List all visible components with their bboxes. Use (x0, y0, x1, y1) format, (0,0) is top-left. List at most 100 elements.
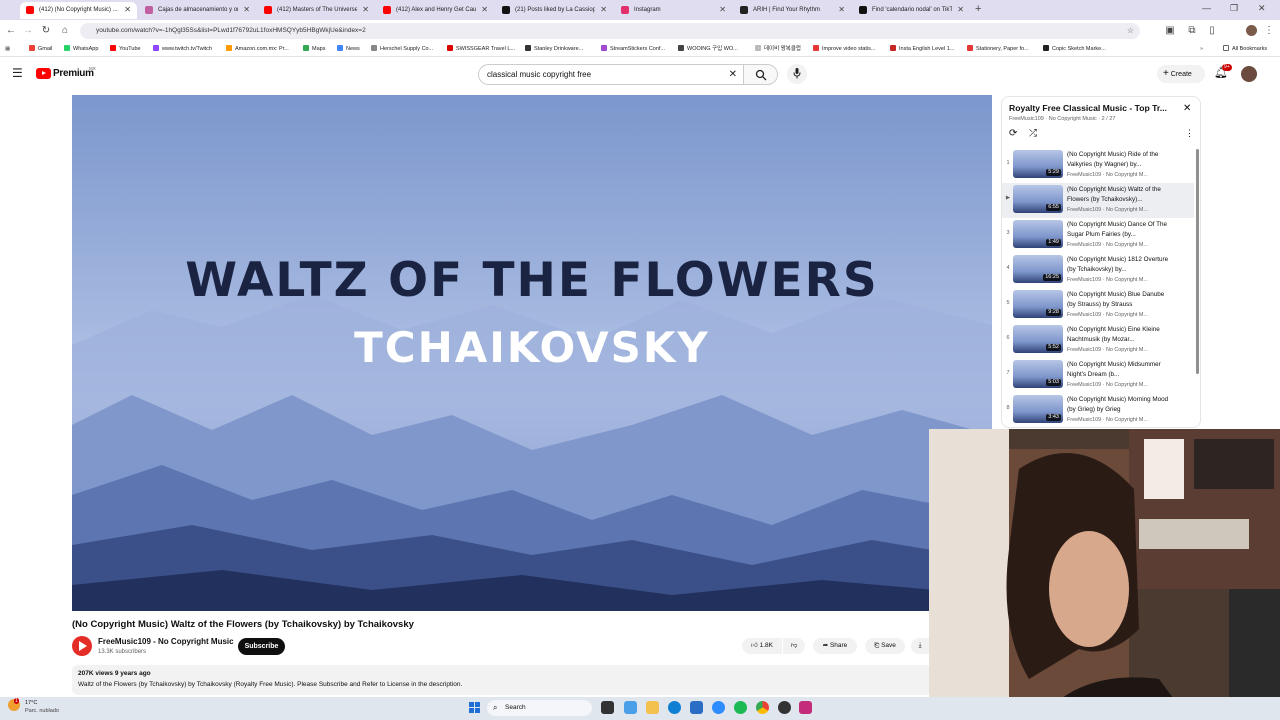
edge-icon[interactable] (668, 701, 681, 714)
bookmark-item[interactable]: Herschel Supply Co... (371, 44, 433, 54)
playlist-item[interactable]: 3 1:49 (No Copyright Music) Dance Of The S… (1002, 218, 1194, 253)
bookmark-item[interactable]: YouTube (110, 44, 141, 54)
search-input[interactable]: classical music copyright free ✕ (478, 64, 744, 85)
bookmark-item[interactable]: News (337, 44, 360, 54)
loop-icon[interactable]: ⟳ (1009, 128, 1017, 139)
bookmark-item[interactable]: Stanley Drinkware... (525, 44, 583, 54)
browser-tab[interactable]: Cajas de almacenamiento y org ✕ (139, 2, 256, 19)
bookmark-item[interactable]: WOOING 구입 WO... (678, 44, 738, 54)
sidebar-icon[interactable]: ▯ (1205, 24, 1219, 38)
clear-search-icon[interactable]: ✕ (729, 65, 737, 84)
voice-search-button[interactable] (787, 64, 807, 84)
new-tab-icon[interactable]: + (975, 3, 981, 15)
apps-icon[interactable]: ▦ (5, 44, 10, 54)
playlist-item[interactable]: 7 5:03 (No Copyright Music) Midsummer Nigh… (1002, 358, 1194, 393)
close-window-icon[interactable]: ✕ (1258, 3, 1266, 14)
close-icon[interactable]: ✕ (362, 2, 369, 18)
youtube-logo-icon[interactable] (36, 68, 51, 79)
bookmark-item[interactable]: Gmail (29, 44, 52, 54)
playlist-item-current[interactable]: ▶ 6:55 (No Copyright Music) Waltz of the F… (1002, 183, 1194, 218)
dislike-button[interactable]: 👎︎ (783, 638, 805, 654)
item-number: 7 (1006, 370, 1010, 376)
file-explorer-icon[interactable] (646, 701, 659, 714)
extension-icon[interactable]: ▣ (1163, 24, 1177, 38)
spotify-icon[interactable] (734, 701, 747, 714)
search-button[interactable] (744, 64, 778, 85)
close-icon[interactable]: ✕ (838, 2, 845, 18)
obs-icon[interactable] (778, 701, 791, 714)
bookmark-item[interactable]: www.twitch.tv/Twitch (153, 44, 212, 54)
store-icon[interactable] (690, 701, 703, 714)
browser-tab[interactable]: (412) Masters of The Universe ✕ (258, 2, 375, 19)
premium-logo-text[interactable]: Premium (53, 68, 94, 79)
download-button[interactable]: ⤓ (911, 638, 929, 654)
browser-tab[interactable]: (21) Posts liked by La Cassiope ✕ (496, 2, 613, 19)
browser-tab[interactable]: ARIH | Find Your Rhythm ✕ (734, 2, 851, 19)
tab-title: Find 'calendario nodal' on TikTok (872, 7, 952, 13)
windows-start-icon[interactable] (469, 702, 481, 714)
browser-tab[interactable]: (412) Alex and Henry Get Caug ✕ (377, 2, 494, 19)
bookmark-item[interactable]: 데이비 왕복클럽 (755, 44, 801, 54)
maximize-icon[interactable]: ❐ (1230, 3, 1238, 14)
forward-icon[interactable]: → (21, 24, 35, 38)
channel-avatar[interactable] (72, 636, 92, 656)
menu-icon[interactable]: ⋮ (1262, 24, 1276, 38)
bookmark-item[interactable]: StreamStickers Conf... (601, 44, 665, 54)
bookmark-item[interactable]: Improve video statis... (813, 44, 876, 54)
create-button[interactable]: + Create (1157, 65, 1205, 83)
home-icon[interactable]: ⌂ (58, 24, 72, 38)
close-icon[interactable]: ✕ (600, 2, 607, 18)
task-view-icon[interactable] (601, 701, 614, 714)
close-icon[interactable]: ✕ (124, 2, 131, 18)
bookmark-item[interactable]: Maps (303, 44, 325, 54)
address-bar[interactable]: youtube.com/watch?v=-1hQgl35Ss&list=PLwd… (80, 23, 1140, 39)
bookmark-star-icon[interactable]: ☆ (1127, 23, 1134, 39)
playlist-item[interactable]: 1 5:29 (No Copyright Music) Ride of the Va… (1002, 148, 1194, 183)
like-button[interactable]: 👍︎ 1.8K (742, 638, 782, 654)
video-player[interactable]: WALTZ OF THE FLOWERS TCHAIKOVSKY (72, 95, 992, 611)
close-icon[interactable]: ✕ (719, 2, 726, 18)
account-avatar[interactable] (1241, 66, 1257, 82)
chrome-icon[interactable] (756, 701, 769, 714)
share-button[interactable]: ➦ Share (813, 638, 857, 654)
save-button[interactable]: ⎗ Save (865, 638, 905, 654)
bookmark-item[interactable]: SWISSGEAR Travel L... (447, 44, 515, 54)
playlist-item[interactable]: 4 16:25 (No Copyright Music) 1812 Overture… (1002, 253, 1194, 288)
close-icon[interactable]: ✕ (957, 2, 964, 18)
zoom-icon[interactable] (712, 701, 725, 714)
reload-icon[interactable]: ↻ (39, 24, 53, 38)
playlist-item[interactable]: 6 5:52 (No Copyright Music) Eine Kleine Na… (1002, 323, 1194, 358)
close-playlist-icon[interactable]: ✕ (1183, 103, 1191, 114)
playlist-title[interactable]: Royalty Free Classical Music - Top Tr... (1009, 103, 1179, 113)
bookmark-item[interactable]: Amazon.com.mx: Pr... (226, 44, 289, 54)
minimize-icon[interactable]: — (1202, 3, 1211, 13)
bookmark-label: Improve video statis... (822, 46, 876, 52)
close-icon[interactable]: ✕ (243, 2, 250, 18)
shuffle-icon[interactable]: ⤮ (1029, 128, 1037, 139)
playlist-scrollbar[interactable] (1196, 149, 1199, 374)
playlist-item[interactable]: 5 9:28 (No Copyright Music) Blue Danube (b… (1002, 288, 1194, 323)
more-bookmarks-icon[interactable]: » (1200, 44, 1203, 54)
subscribe-button[interactable]: Subscribe (238, 638, 285, 655)
description-box[interactable]: 207K views 9 years ago Waltz of the Flow… (72, 665, 932, 695)
extensions-puzzle-icon[interactable]: ⧉ (1185, 24, 1199, 38)
browser-tab[interactable]: Find 'calendario nodal' on TikTok ✕ (853, 2, 970, 19)
app-icon[interactable] (799, 701, 812, 714)
copilot-icon[interactable] (624, 701, 637, 714)
taskbar-search[interactable]: ⌕ Search (487, 700, 592, 716)
hamburger-menu-icon[interactable]: ☰ (12, 66, 23, 80)
bookmark-item[interactable]: Copic Sketch Marke... (1043, 44, 1106, 54)
item-channel: FreeMusic109 · No Copyright M... (1067, 242, 1148, 248)
bookmark-item[interactable]: Insta English Level 1... (890, 44, 954, 54)
playlist-item[interactable]: 8 3:43 (No Copyright Music) Morning Mood (… (1002, 393, 1194, 427)
close-icon[interactable]: ✕ (481, 2, 488, 18)
all-bookmarks[interactable]: All Bookmarks (1223, 44, 1267, 54)
more-options-icon[interactable]: ⋮ (1185, 128, 1194, 139)
browser-tab[interactable]: (412) (No Copyright Music) ... ✕ (20, 2, 137, 19)
bookmark-item[interactable]: Stationery, Paper fo... (967, 44, 1029, 54)
back-icon[interactable]: ← (4, 24, 18, 38)
bookmark-item[interactable]: WhatsApp (64, 44, 98, 54)
profile-avatar[interactable] (1246, 25, 1257, 36)
channel-name[interactable]: FreeMusic109 - No Copyright Music (98, 637, 234, 646)
browser-tab[interactable]: Instagram ✕ (615, 2, 732, 19)
